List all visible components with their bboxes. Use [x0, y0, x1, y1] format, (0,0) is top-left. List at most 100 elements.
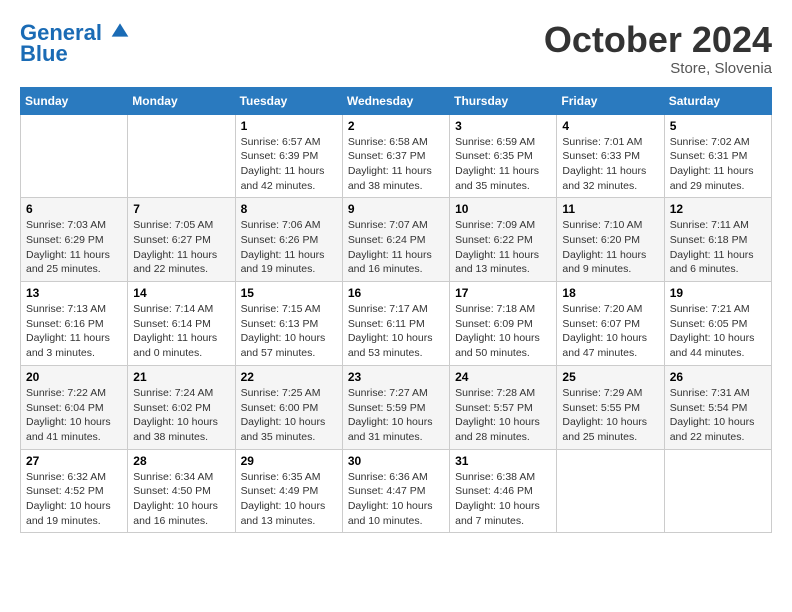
day-info: Sunrise: 6:35 AMSunset: 4:49 PMDaylight:… [241, 470, 337, 529]
calendar-cell: 28 Sunrise: 6:34 AMSunset: 4:50 PMDayligh… [128, 449, 235, 533]
calendar-cell: 6 Sunrise: 7:03 AMSunset: 6:29 PMDaylight… [21, 198, 128, 282]
weekday-header-row: SundayMondayTuesdayWednesdayThursdayFrid… [21, 87, 772, 114]
calendar-cell: 4 Sunrise: 7:01 AMSunset: 6:33 PMDaylight… [557, 114, 664, 198]
calendar-week-row: 6 Sunrise: 7:03 AMSunset: 6:29 PMDaylight… [21, 198, 772, 282]
day-info: Sunrise: 6:32 AMSunset: 4:52 PMDaylight:… [26, 470, 122, 529]
day-info: Sunrise: 6:34 AMSunset: 4:50 PMDaylight:… [133, 470, 229, 529]
day-number: 10 [455, 202, 551, 216]
logo: General Blue [20, 20, 130, 67]
day-info: Sunrise: 7:29 AMSunset: 5:55 PMDaylight:… [562, 386, 658, 445]
day-number: 28 [133, 454, 229, 468]
day-number: 9 [348, 202, 444, 216]
calendar-cell: 7 Sunrise: 7:05 AMSunset: 6:27 PMDaylight… [128, 198, 235, 282]
calendar-cell: 18Sunrise: 7:20 AMSunset: 6:07 PMDayligh… [557, 282, 664, 366]
calendar-cell: 5Sunrise: 7:02 AMSunset: 6:31 PMDaylight… [664, 114, 771, 198]
day-info: Sunrise: 7:11 AMSunset: 6:18 PMDaylight:… [670, 218, 766, 277]
day-number: 20 [26, 370, 122, 384]
day-number: 6 [26, 202, 122, 216]
day-info: Sunrise: 7:31 AMSunset: 5:54 PMDaylight:… [670, 386, 766, 445]
weekday-header: Monday [128, 87, 235, 114]
title-area: October 2024 Store, Slovenia [544, 20, 772, 77]
calendar-cell: 11Sunrise: 7:10 AMSunset: 6:20 PMDayligh… [557, 198, 664, 282]
day-info: Sunrise: 7:01 AMSunset: 6:33 PMDaylight:… [562, 135, 658, 194]
day-info: Sunrise: 7:09 AMSunset: 6:22 PMDaylight:… [455, 218, 551, 277]
day-info: Sunrise: 6:57 AMSunset: 6:39 PMDaylight:… [241, 135, 337, 194]
day-number: 19 [670, 286, 766, 300]
day-number: 11 [562, 202, 658, 216]
day-info: Sunrise: 7:15 AMSunset: 6:13 PMDaylight:… [241, 302, 337, 361]
day-number: 27 [26, 454, 122, 468]
location: Store, Slovenia [544, 60, 772, 77]
calendar-cell: 1 Sunrise: 6:57 AMSunset: 6:39 PMDaylight… [235, 114, 342, 198]
calendar-week-row: 27 Sunrise: 6:32 AMSunset: 4:52 PMDayligh… [21, 449, 772, 533]
day-number: 1 [241, 119, 337, 133]
calendar-cell: 9Sunrise: 7:07 AMSunset: 6:24 PMDaylight… [342, 198, 449, 282]
day-number: 13 [26, 286, 122, 300]
weekday-header: Tuesday [235, 87, 342, 114]
day-number: 7 [133, 202, 229, 216]
weekday-header: Thursday [450, 87, 557, 114]
calendar-week-row: 1 Sunrise: 6:57 AMSunset: 6:39 PMDaylight… [21, 114, 772, 198]
calendar-cell: 23 Sunrise: 7:27 AMSunset: 5:59 PMDayligh… [342, 365, 449, 449]
calendar-week-row: 20 Sunrise: 7:22 AMSunset: 6:04 PMDayligh… [21, 365, 772, 449]
calendar-cell: 2 Sunrise: 6:58 AMSunset: 6:37 PMDaylight… [342, 114, 449, 198]
calendar-cell: 22Sunrise: 7:25 AMSunset: 6:00 PMDayligh… [235, 365, 342, 449]
calendar-cell: 12Sunrise: 7:11 AMSunset: 6:18 PMDayligh… [664, 198, 771, 282]
calendar-cell: 20 Sunrise: 7:22 AMSunset: 6:04 PMDayligh… [21, 365, 128, 449]
day-number: 31 [455, 454, 551, 468]
day-number: 4 [562, 119, 658, 133]
day-number: 24 [455, 370, 551, 384]
calendar-cell: 19 Sunrise: 7:21 AMSunset: 6:05 PMDayligh… [664, 282, 771, 366]
day-info: Sunrise: 7:03 AMSunset: 6:29 PMDaylight:… [26, 218, 122, 277]
weekday-header: Wednesday [342, 87, 449, 114]
calendar-cell [664, 449, 771, 533]
day-number: 14 [133, 286, 229, 300]
month-title: October 2024 [544, 20, 772, 60]
day-info: Sunrise: 7:20 AMSunset: 6:07 PMDaylight:… [562, 302, 658, 361]
calendar-cell: 15 Sunrise: 7:15 AMSunset: 6:13 PMDayligh… [235, 282, 342, 366]
calendar-cell [557, 449, 664, 533]
day-number: 15 [241, 286, 337, 300]
day-info: Sunrise: 6:38 AMSunset: 4:46 PMDaylight:… [455, 470, 551, 529]
calendar-cell: 13 Sunrise: 7:13 AMSunset: 6:16 PMDayligh… [21, 282, 128, 366]
day-number: 17 [455, 286, 551, 300]
day-number: 21 [133, 370, 229, 384]
day-number: 26 [670, 370, 766, 384]
day-info: Sunrise: 7:25 AMSunset: 6:00 PMDaylight:… [241, 386, 337, 445]
day-info: Sunrise: 7:24 AMSunset: 6:02 PMDaylight:… [133, 386, 229, 445]
day-info: Sunrise: 7:21 AMSunset: 6:05 PMDaylight:… [670, 302, 766, 361]
calendar-cell: 10 Sunrise: 7:09 AMSunset: 6:22 PMDayligh… [450, 198, 557, 282]
day-info: Sunrise: 7:28 AMSunset: 5:57 PMDaylight:… [455, 386, 551, 445]
day-info: Sunrise: 7:22 AMSunset: 6:04 PMDaylight:… [26, 386, 122, 445]
day-number: 29 [241, 454, 337, 468]
day-number: 30 [348, 454, 444, 468]
day-number: 5 [670, 119, 766, 133]
day-number: 23 [348, 370, 444, 384]
day-info: Sunrise: 6:58 AMSunset: 6:37 PMDaylight:… [348, 135, 444, 194]
day-number: 8 [241, 202, 337, 216]
day-info: Sunrise: 7:13 AMSunset: 6:16 PMDaylight:… [26, 302, 122, 361]
header: General Blue October 2024 Store, Sloveni… [20, 20, 772, 77]
calendar-cell: 26 Sunrise: 7:31 AMSunset: 5:54 PMDayligh… [664, 365, 771, 449]
calendar-cell: 25 Sunrise: 7:29 AMSunset: 5:55 PMDayligh… [557, 365, 664, 449]
day-info: Sunrise: 6:59 AMSunset: 6:35 PMDaylight:… [455, 135, 551, 194]
day-number: 2 [348, 119, 444, 133]
weekday-header: Saturday [664, 87, 771, 114]
weekday-header: Sunday [21, 87, 128, 114]
calendar-table: SundayMondayTuesdayWednesdayThursdayFrid… [20, 87, 772, 534]
calendar-cell: 31 Sunrise: 6:38 AMSunset: 4:46 PMDayligh… [450, 449, 557, 533]
day-info: Sunrise: 7:27 AMSunset: 5:59 PMDaylight:… [348, 386, 444, 445]
calendar-cell [128, 114, 235, 198]
weekday-header: Friday [557, 87, 664, 114]
calendar-week-row: 13 Sunrise: 7:13 AMSunset: 6:16 PMDayligh… [21, 282, 772, 366]
calendar-cell: 17 Sunrise: 7:18 AMSunset: 6:09 PMDayligh… [450, 282, 557, 366]
day-info: Sunrise: 7:05 AMSunset: 6:27 PMDaylight:… [133, 218, 229, 277]
day-number: 16 [348, 286, 444, 300]
day-info: Sunrise: 7:18 AMSunset: 6:09 PMDaylight:… [455, 302, 551, 361]
day-number: 25 [562, 370, 658, 384]
calendar-cell: 29 Sunrise: 6:35 AMSunset: 4:49 PMDayligh… [235, 449, 342, 533]
calendar-cell [21, 114, 128, 198]
day-info: Sunrise: 7:06 AMSunset: 6:26 PMDaylight:… [241, 218, 337, 277]
calendar-cell: 16Sunrise: 7:17 AMSunset: 6:11 PMDayligh… [342, 282, 449, 366]
calendar-cell: 21 Sunrise: 7:24 AMSunset: 6:02 PMDayligh… [128, 365, 235, 449]
